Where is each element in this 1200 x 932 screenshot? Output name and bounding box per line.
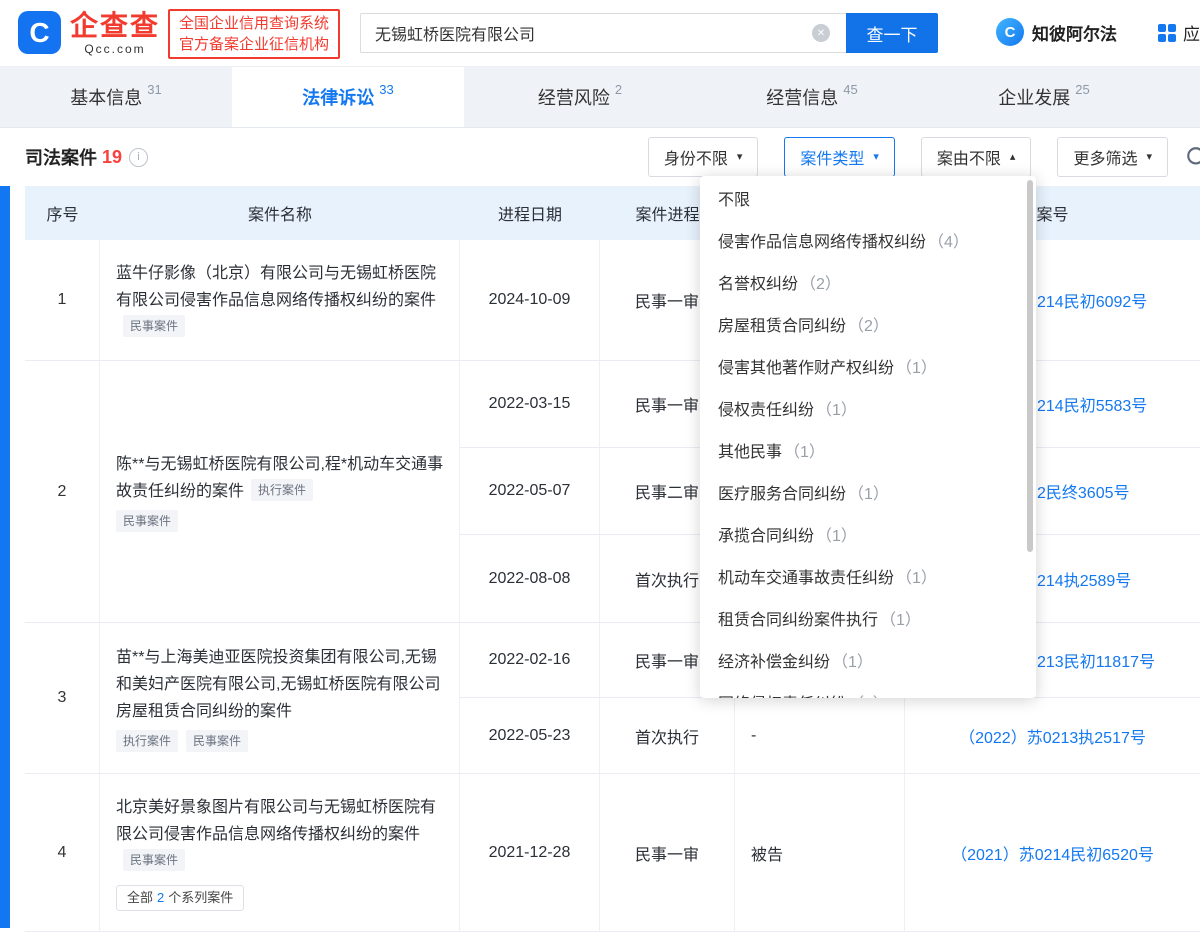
dropdown-option[interactable]: 侵权责任纠纷 （1） bbox=[700, 390, 1036, 432]
dropdown-option[interactable]: 其他民事 （1） bbox=[700, 432, 1036, 474]
case-type-tag: 执行案件 bbox=[116, 730, 179, 752]
filter-case-type[interactable]: 案件类型 bbox=[784, 137, 895, 177]
filter-more[interactable]: 更多筛选 bbox=[1057, 137, 1168, 177]
case-count: 19 bbox=[102, 146, 123, 167]
case-name-cell: 蓝牛仔影像（北京）有限公司与无锡虹桥医院有限公司侵害作品信息网络传播权纠纷的案件… bbox=[100, 240, 460, 360]
search-input[interactable] bbox=[360, 13, 846, 53]
tab-count: 33 bbox=[379, 82, 394, 97]
case-name[interactable]: 蓝牛仔影像（北京）有限公司与无锡虹桥医院有限公司侵害作品信息网络传播权纠纷的案件 bbox=[116, 265, 436, 309]
tab-count: 2 bbox=[614, 82, 623, 97]
series-cases-button[interactable]: 全部 2 个系列案件 bbox=[116, 885, 245, 911]
filter-identity[interactable]: 身份不限 bbox=[647, 137, 759, 177]
proc-date: 2022-05-23 bbox=[460, 698, 600, 773]
header-case-name: 案件名称 bbox=[247, 207, 312, 224]
dropdown-option[interactable]: 名誉权纠纷 （2） bbox=[700, 264, 1036, 306]
search-button[interactable]: 查一下 bbox=[846, 13, 938, 53]
tab-count: 31 bbox=[147, 82, 162, 97]
case-cause-filter-dropdown: 不限 侵害作品信息网络传播权纠纷 （4） 名誉权纠纷 （2） 房屋租赁合同纠纷 （2）… bbox=[700, 176, 1036, 698]
proceedings: 2021-12-28 民事一审 被告 （2021）苏0214民初6520号 bbox=[460, 774, 1200, 931]
tab-business-info[interactable]: 经营信息 45 bbox=[696, 66, 928, 127]
dropdown-option[interactable]: 侵害作品信息网络传播权纠纷 （4） bbox=[700, 222, 1036, 264]
apps-menu[interactable]: 应 bbox=[1158, 20, 1200, 45]
case-name[interactable]: 苗**与上海美迪亚医院投资集团有限公司,无锡和美妇产医院有限公司,无锡虹桥医院有… bbox=[116, 649, 440, 720]
case-number-link[interactable]: （2021）苏0214民初6520号 bbox=[905, 774, 1200, 931]
dropdown-scrollbar[interactable] bbox=[1027, 180, 1033, 552]
filter-buttons: 身份不限 案件类型 案由不限 更多筛选 bbox=[647, 137, 1168, 177]
table-row: 4 北京美好景象图片有限公司与无锡虹桥医院有限公司侵害作品信息网络传播权纠纷的案… bbox=[25, 774, 1200, 932]
tab-business-risk[interactable]: 经营风险 2 bbox=[464, 66, 696, 127]
qcc-logo[interactable]: 企查查 Qcc.com bbox=[18, 11, 160, 56]
case-number-link[interactable]: （2022）苏0213执2517号 bbox=[905, 698, 1200, 773]
tab-legal-proceedings[interactable]: 法律诉讼 33 bbox=[232, 66, 464, 127]
caret-up-icon bbox=[1010, 152, 1016, 163]
case-type-tag: 民事案件 bbox=[123, 314, 186, 337]
apps-label: 应 bbox=[1183, 25, 1200, 44]
dropdown-option[interactable]: 经济补偿金纠纷 （1） bbox=[700, 642, 1036, 684]
caret-down-icon bbox=[1146, 152, 1152, 163]
series-count: 2 bbox=[157, 890, 165, 905]
case-name[interactable]: 北京美好景象图片有限公司与无锡虹桥医院有限公司侵害作品信息网络传播权纠纷的案件 bbox=[116, 799, 436, 843]
case-type-tag: 民事案件 bbox=[123, 849, 186, 871]
proc-stage: 首次执行 bbox=[600, 698, 735, 773]
header-date: 进程日期 bbox=[497, 207, 562, 224]
filter-case-cause[interactable]: 案由不限 bbox=[920, 137, 1032, 177]
case-index: 1 bbox=[25, 240, 100, 360]
zhibei-alpha-link[interactable]: 知彼阿尔法 bbox=[996, 18, 1117, 46]
qcc-logo-icon bbox=[18, 11, 61, 54]
dropdown-option[interactable]: 机动车交通事故责任纠纷 （1） bbox=[700, 558, 1036, 600]
case-name-cell: 北京美好景象图片有限公司与无锡虹桥医院有限公司侵害作品信息网络传播权纠纷的案件民… bbox=[100, 774, 460, 931]
case-type-tag: 民事案件 bbox=[116, 510, 179, 532]
case-index: 2 bbox=[25, 361, 100, 622]
tab-count: 45 bbox=[843, 82, 858, 97]
info-icon[interactable] bbox=[129, 147, 149, 167]
certification-box: 全国企业信用查询系统 官方备案企业征信机构 bbox=[168, 9, 341, 59]
header-no: 序号 bbox=[46, 207, 79, 224]
proc-date: 2022-08-08 bbox=[460, 535, 600, 622]
dropdown-option[interactable]: 租赁合同纠纷案件执行 （1） bbox=[700, 600, 1036, 642]
brand-domain: Qcc.com bbox=[84, 42, 146, 56]
certification-line2: 官方备案企业征信机构 bbox=[179, 36, 330, 53]
dropdown-option[interactable]: 承揽合同纠纷 （1） bbox=[700, 516, 1036, 558]
dropdown-option[interactable]: 侵害其他著作财产权纠纷 （1） bbox=[700, 348, 1036, 390]
proc-date: 2022-02-16 bbox=[460, 623, 600, 697]
dropdown-option[interactable]: 医疗服务合同纠纷 （1） bbox=[700, 474, 1036, 516]
tab-bar: 基本信息 31 法律诉讼 33 经营风险 2 经营信息 45 企业发展 25 bbox=[0, 66, 1200, 128]
section-title: 司法案件 19 bbox=[25, 144, 149, 170]
caret-down-icon bbox=[873, 152, 879, 163]
clear-search-icon[interactable] bbox=[812, 24, 830, 42]
dropdown-option[interactable]: 网络侵权责任纠纷（1） bbox=[700, 684, 1036, 698]
proc-date: 2024-10-09 bbox=[460, 240, 600, 360]
certification-line1: 全国企业信用查询系统 bbox=[179, 15, 330, 32]
proc-role: - bbox=[735, 698, 905, 773]
zhibei-logo-icon bbox=[996, 18, 1024, 46]
brand-name: 企查查 bbox=[70, 10, 161, 41]
case-index: 3 bbox=[25, 623, 100, 773]
search-bar: 查一下 bbox=[360, 13, 938, 53]
proc-date: 2022-03-15 bbox=[460, 361, 600, 447]
dropdown-option[interactable]: 房屋租赁合同纠纷 （2） bbox=[700, 306, 1036, 348]
proc-stage: 民事一审 bbox=[600, 774, 735, 931]
case-type-tag: 执行案件 bbox=[251, 479, 314, 501]
tab-basic-info[interactable]: 基本信息 31 bbox=[0, 66, 232, 127]
zhibei-label: 知彼阿尔法 bbox=[1032, 24, 1117, 44]
case-index: 4 bbox=[25, 774, 100, 931]
proc-role: 被告 bbox=[735, 774, 905, 931]
proc-date: 2021-12-28 bbox=[460, 774, 600, 931]
tab-count: 25 bbox=[1075, 82, 1090, 97]
case-name-cell: 苗**与上海美迪亚医院投资集团有限公司,无锡和美妇产医院有限公司,无锡虹桥医院有… bbox=[100, 623, 460, 773]
top-bar: 企查查 Qcc.com 全国企业信用查询系统 官方备案企业征信机构 查一下 知彼… bbox=[0, 0, 1200, 66]
proc-date: 2022-05-07 bbox=[460, 448, 600, 534]
tab-company-development[interactable]: 企业发展 25 bbox=[928, 66, 1160, 127]
dropdown-option[interactable]: 不限 bbox=[700, 180, 1036, 222]
apps-grid-icon bbox=[1158, 23, 1176, 42]
search-icon[interactable] bbox=[1185, 145, 1200, 176]
case-name-cell: 陈**与无锡虹桥医院有限公司,程*机动车交通事故责任纠纷的案件 执行案件 民事案件 bbox=[100, 361, 460, 622]
left-accent-bar bbox=[0, 186, 10, 928]
caret-down-icon bbox=[737, 152, 743, 163]
case-type-tag: 民事案件 bbox=[186, 730, 249, 752]
